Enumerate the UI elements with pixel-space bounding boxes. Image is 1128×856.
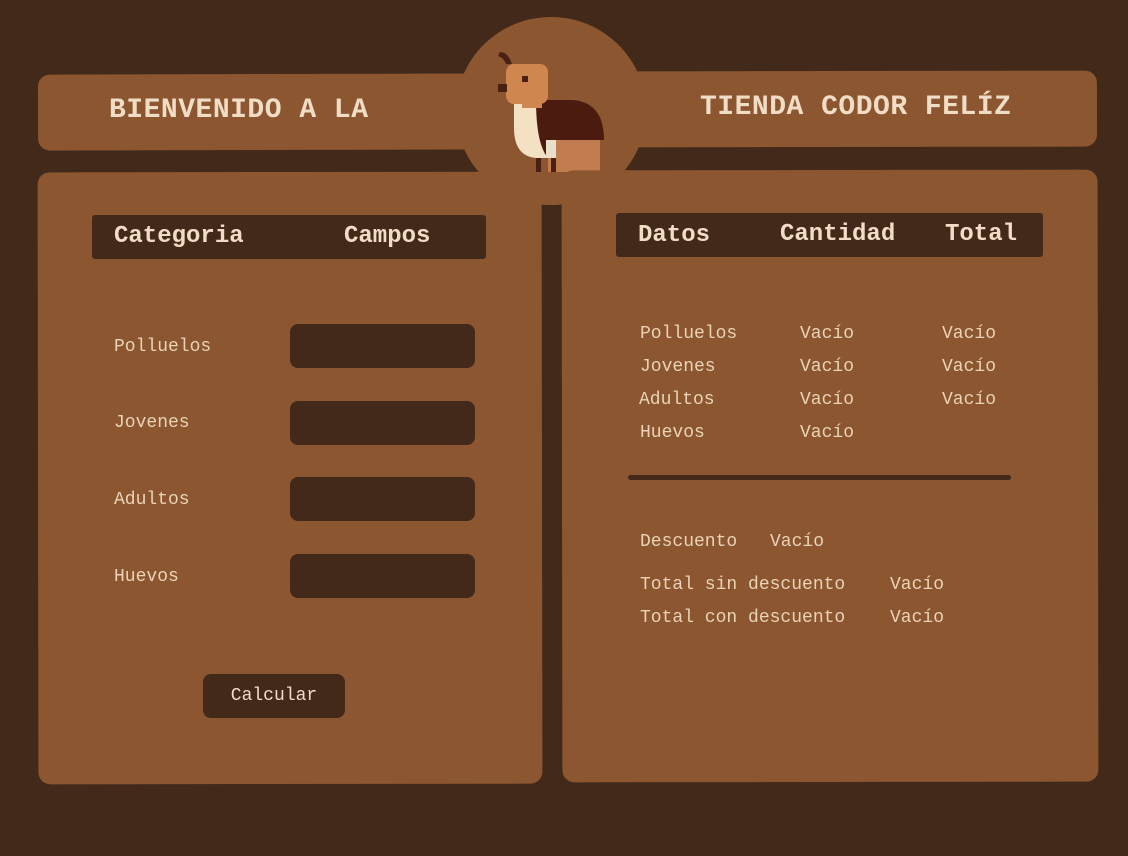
results-header-data: Datos xyxy=(638,222,711,249)
huevos-input[interactable] xyxy=(290,554,475,598)
adultos-input[interactable] xyxy=(290,477,475,521)
form-header-fields: Campos xyxy=(344,223,431,250)
result-label-adultos: Adultos xyxy=(639,390,715,410)
form-header-category: Categoria xyxy=(114,223,244,250)
page: BIENVENIDO A LA TIENDA CODOR FELÍZ Categ… xyxy=(0,0,1128,856)
label-polluelos: Polluelos xyxy=(114,337,212,357)
results-divider xyxy=(628,475,1011,480)
result-label-polluelos: Polluelos xyxy=(640,324,738,344)
result-total-adultos: Vacío xyxy=(942,390,997,410)
polluelos-input[interactable] xyxy=(290,324,475,368)
discount-label: Descuento xyxy=(640,532,738,552)
result-quantity-jovenes: Vacío xyxy=(800,357,855,377)
label-huevos: Huevos xyxy=(114,567,179,587)
label-adultos: Adultos xyxy=(114,490,190,510)
quail-icon xyxy=(498,52,604,172)
total-with-discount-label: Total con descuento xyxy=(640,608,846,628)
jovenes-input[interactable] xyxy=(290,401,475,445)
total-without-discount-value: Vacío xyxy=(890,575,945,595)
header-title-left: BIENVENIDO A LA xyxy=(109,95,369,126)
result-label-jovenes: Jovenes xyxy=(640,357,716,377)
result-total-jovenes: Vacío xyxy=(942,357,997,377)
total-without-discount-label: Total sin descuento xyxy=(640,575,846,595)
total-with-discount-value: Vacío xyxy=(890,608,945,628)
label-jovenes: Jovenes xyxy=(114,413,190,433)
result-quantity-huevos: Vacío xyxy=(800,423,855,443)
results-header-quantity: Cantidad xyxy=(780,221,896,248)
header-title-right: TIENDA CODOR FELÍZ xyxy=(700,92,1012,123)
results-header-total: Total xyxy=(945,221,1018,248)
result-quantity-adultos: Vacío xyxy=(800,390,855,410)
result-label-huevos: Huevos xyxy=(640,423,705,443)
calculate-button[interactable]: Calcular xyxy=(203,674,345,718)
discount-value: Vacío xyxy=(770,532,825,552)
result-total-polluelos: Vacío xyxy=(942,324,997,344)
result-quantity-polluelos: Vacío xyxy=(800,324,855,344)
